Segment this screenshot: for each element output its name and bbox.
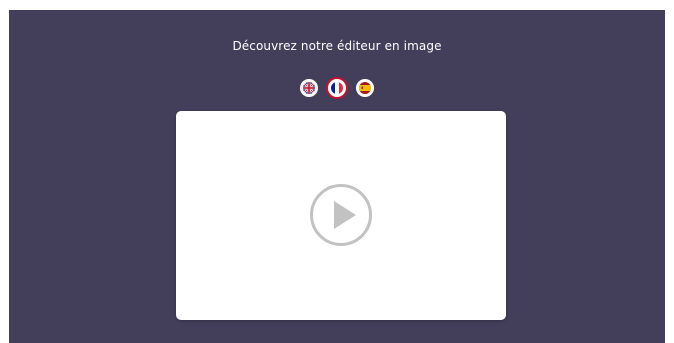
play-icon[interactable] bbox=[310, 184, 372, 246]
spain-flag-icon bbox=[359, 82, 371, 94]
language-es-button[interactable] bbox=[356, 79, 374, 97]
video-player[interactable] bbox=[176, 111, 506, 320]
section-title: Découvrez notre éditeur en image bbox=[232, 39, 442, 53]
language-fr-button[interactable] bbox=[328, 79, 346, 97]
language-switcher bbox=[9, 79, 665, 97]
video-section: Découvrez notre éditeur en image bbox=[9, 10, 665, 343]
france-flag-icon bbox=[331, 82, 343, 94]
language-en-button[interactable] bbox=[300, 79, 318, 97]
uk-flag-icon bbox=[303, 82, 315, 94]
